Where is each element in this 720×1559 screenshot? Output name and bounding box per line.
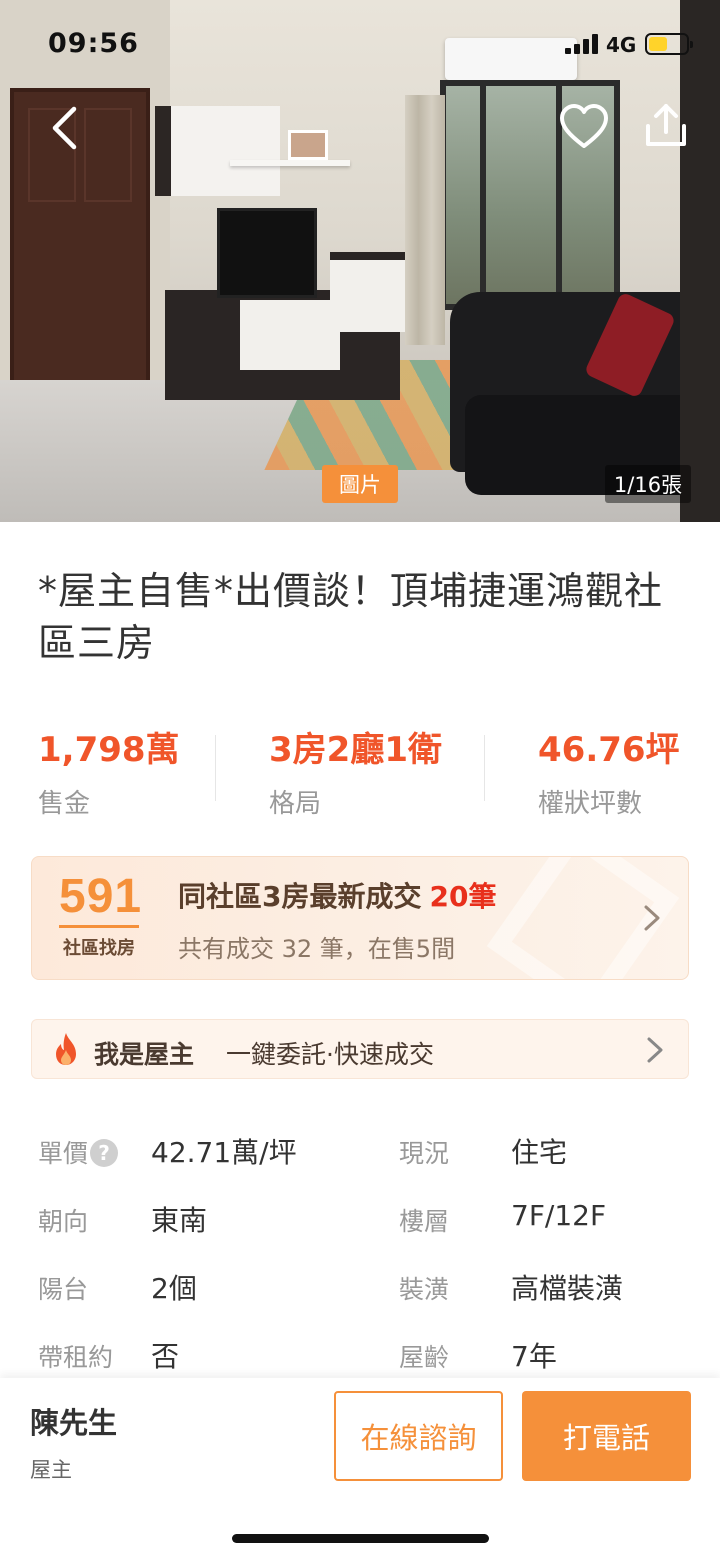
photo-tv-stand-shelf: [240, 300, 340, 370]
detail-key-balcony: 陽台: [38, 1275, 89, 1304]
help-icon[interactable]: ?: [90, 1139, 119, 1167]
detail-value-decoration: 高檔裝潢: [511, 1272, 624, 1305]
photo-category-tag[interactable]: 圖片: [322, 465, 398, 503]
back-button[interactable]: [40, 100, 90, 156]
home-indicator[interactable]: [232, 1534, 489, 1543]
community-subline: 共有成交 32 筆，在售5間: [178, 935, 456, 963]
community-transactions-card[interactable]: 591 社區找房 同社區3房最新成交 20筆 共有成交 32 筆，在售5間: [31, 856, 689, 980]
detail-value-status: 住宅: [511, 1136, 568, 1169]
community-headline-count: 20筆: [429, 880, 497, 913]
detail-value-orientation: 東南: [151, 1204, 208, 1237]
stat-price-label: 售金: [38, 789, 91, 819]
contact-role: 屋主: [30, 1458, 72, 1482]
stat-area-value: 46.76坪: [538, 730, 680, 770]
network-type: 4G: [606, 33, 637, 57]
owner-banner-label: 我是屋主: [94, 1040, 195, 1069]
chevron-right-icon: [647, 1037, 663, 1063]
stat-divider: [215, 735, 216, 801]
call-button[interactable]: 打電話: [522, 1391, 691, 1481]
detail-key-age: 屋齡: [399, 1343, 450, 1372]
heart-icon: [560, 104, 608, 148]
stat-divider: [484, 735, 485, 801]
stat-price: 1,798萬 售金: [38, 722, 180, 820]
detail-row: 帶租約 否 屋齡 7年: [0, 1334, 720, 1374]
detail-value-unit-price: 42.71萬/坪: [151, 1136, 297, 1169]
stat-layout-value: 3房2廳1衛: [269, 730, 442, 770]
detail-key-decoration: 裝潢: [399, 1275, 450, 1304]
share-icon: [646, 104, 686, 146]
photo-shelf: [230, 160, 350, 166]
591-logo: 591 社區找房: [59, 870, 143, 960]
stat-area: 46.76坪 權狀坪數: [538, 722, 680, 820]
stat-price-value: 1,798萬: [38, 730, 180, 770]
chevron-right-icon: [644, 905, 660, 931]
fire-icon: [56, 1033, 76, 1065]
detail-value-age: 7年: [511, 1340, 557, 1373]
community-headline-text: 同社區3房最新成交: [178, 880, 422, 913]
status-bar: 09:56 4G: [0, 0, 720, 88]
logo-number: 591: [59, 870, 143, 923]
detail-row: 朝向 東南 樓層 7F/12F: [0, 1198, 720, 1238]
detail-value-balcony: 2個: [151, 1272, 197, 1305]
share-button[interactable]: [640, 100, 692, 152]
community-headline: 同社區3房最新成交 20筆: [178, 875, 496, 915]
detail-key-status: 現況: [399, 1139, 450, 1168]
photo-picture-frame: [288, 130, 328, 160]
detail-key-lease: 帶租約: [38, 1343, 114, 1372]
online-consult-button[interactable]: 在線諮詢: [334, 1391, 503, 1481]
detail-value-lease: 否: [151, 1340, 180, 1373]
chevron-left-icon: [52, 106, 77, 150]
photo-side-cabinet: [330, 252, 405, 332]
photo-wall-cabinet: [155, 106, 280, 196]
owner-banner[interactable]: 我是屋主 一鍵委託·快速成交: [31, 1019, 689, 1079]
contact-bar: 陳先生 屋主 在線諮詢 打電話: [0, 1378, 720, 1559]
owner-banner-description: 一鍵委託·快速成交: [226, 1040, 434, 1069]
signal-icon: [565, 34, 599, 54]
contact-name: 陳先生: [30, 1406, 118, 1440]
stat-layout: 3房2廳1衛 格局: [269, 722, 442, 820]
detail-value-floor: 7F/12F: [511, 1199, 607, 1232]
detail-key-orientation: 朝向: [38, 1207, 89, 1236]
photo-curtain: [405, 95, 445, 345]
detail-key-unit-price: 單價?: [38, 1134, 119, 1170]
photo-tv: [217, 208, 317, 298]
listing-title: *屋主自售*出價談！頂埔捷運鴻觀社區三房: [38, 569, 664, 665]
battery-icon: [645, 33, 693, 55]
photo-counter: 1/16張: [605, 465, 691, 503]
status-time: 09:56: [48, 28, 139, 59]
detail-row: 陽台 2個 裝潢 高檔裝潢: [0, 1266, 720, 1306]
stat-area-label: 權狀坪數: [538, 789, 643, 819]
logo-caption: 社區找房: [63, 938, 135, 959]
detail-key-floor: 樓層: [399, 1207, 450, 1236]
favorite-button[interactable]: [558, 102, 610, 154]
stat-layout-label: 格局: [269, 789, 322, 819]
detail-row: 單價? 42.71萬/坪 現況 住宅: [0, 1130, 720, 1170]
